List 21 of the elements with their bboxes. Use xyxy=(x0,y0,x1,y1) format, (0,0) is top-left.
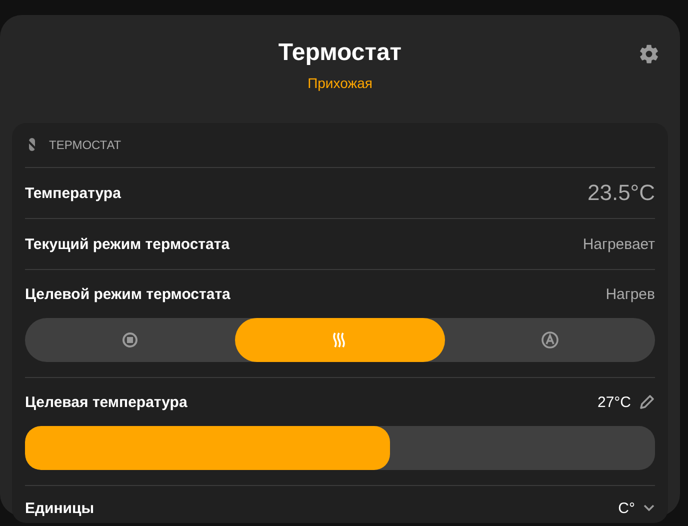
mode-button[interactable] xyxy=(235,318,445,362)
section-title: ТЕРМОСТАТ xyxy=(49,138,122,152)
heat-waves-icon xyxy=(333,332,347,348)
settings-icon[interactable] xyxy=(638,43,660,65)
target-temperature-value: 27°C xyxy=(597,394,631,410)
row-value: Нагрев xyxy=(606,286,655,302)
unit-value[interactable]: C° xyxy=(618,500,635,516)
card-subtitle: Прихожая xyxy=(308,75,372,91)
row-value: Нагревает xyxy=(582,236,655,252)
row-label: Целевой режим термостата xyxy=(25,286,230,302)
pencil-icon[interactable] xyxy=(639,394,655,410)
stop-icon xyxy=(122,332,138,348)
row-label: Температура xyxy=(25,184,121,202)
row-label: Текущий режим термостата xyxy=(25,236,230,252)
temperature-slider[interactable] xyxy=(25,426,655,470)
row-label: Целевая температура xyxy=(25,394,188,410)
row-label: Единицы xyxy=(25,500,94,516)
chevron-down-icon[interactable] xyxy=(643,504,655,512)
auto-mode-icon xyxy=(541,331,559,349)
temperature-value: 23.5°C xyxy=(587,180,655,206)
card-title: Термостат xyxy=(278,39,402,67)
